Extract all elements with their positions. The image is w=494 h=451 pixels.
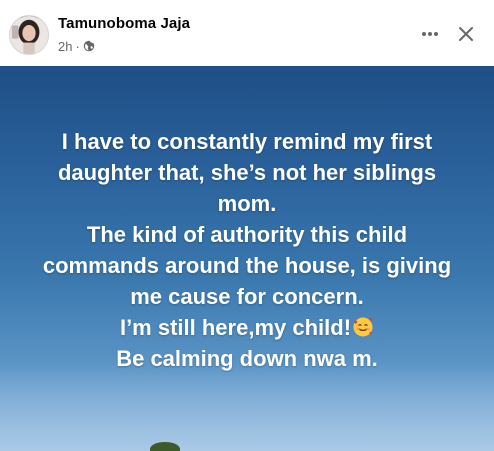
meta-separator: · bbox=[75, 38, 80, 54]
post-header: Tamunoboma Jaja 2h · bbox=[0, 0, 494, 66]
post-text-line: I’m still here,my child! bbox=[119, 315, 352, 340]
post-text-line: I have to constantly remind my first bbox=[61, 129, 433, 154]
post-timestamp[interactable]: 2h bbox=[58, 39, 72, 54]
post-text-line: Be calming down nwa m. bbox=[116, 346, 378, 371]
post-text-line: The kind of authority this child bbox=[86, 222, 408, 247]
post-text-line-with-emoji: I’m still here,my child! bbox=[0, 312, 494, 343]
avatar[interactable] bbox=[9, 15, 49, 55]
author-name[interactable]: Tamunoboma Jaja bbox=[58, 15, 190, 32]
avatar-image bbox=[10, 16, 48, 54]
post-text-line: daughter that, she’s not her siblings bbox=[57, 160, 437, 185]
post-text-line: me cause for concern. bbox=[130, 284, 364, 309]
close-icon bbox=[459, 27, 473, 41]
post-meta: 2h · bbox=[58, 38, 95, 54]
close-button[interactable] bbox=[450, 18, 482, 50]
tree-top bbox=[150, 442, 180, 451]
more-options-button[interactable] bbox=[414, 18, 446, 50]
post-text-line: commands around the house, is giving bbox=[42, 253, 452, 278]
post-text: I have to constantly remind my first dau… bbox=[0, 126, 494, 374]
post-text-line: mom. bbox=[217, 191, 277, 216]
more-icon bbox=[422, 32, 438, 36]
sky-haze bbox=[0, 361, 494, 451]
smiling-face-with-hearts-icon bbox=[352, 316, 374, 338]
globe-icon[interactable] bbox=[83, 40, 95, 52]
